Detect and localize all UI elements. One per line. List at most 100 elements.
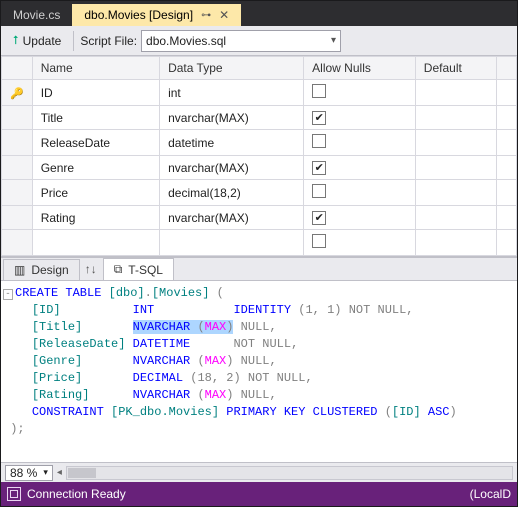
tsql-icon: ⧉ [114, 262, 123, 277]
col-header-extra [497, 57, 517, 80]
cell-datatype[interactable]: nvarchar(MAX) [160, 156, 304, 180]
table-row[interactable]: ReleaseDatedatetime [2, 130, 517, 156]
close-icon[interactable]: ✕ [219, 8, 229, 22]
tab-tsql[interactable]: ⧉ T-SQL [103, 258, 174, 280]
table-row[interactable]: Genrenvarchar(MAX) [2, 156, 517, 180]
document-tabs: Movie.cs dbo.Movies [Design] ⊶ ✕ [1, 1, 517, 26]
cell-default[interactable] [415, 206, 496, 230]
cell-name[interactable]: ReleaseDate [32, 130, 159, 156]
cell-name[interactable]: Price [32, 180, 159, 206]
cell-extra [497, 180, 517, 206]
zoom-value: 88 % [10, 466, 37, 480]
cell-name[interactable]: Genre [32, 156, 159, 180]
allow-nulls-checkbox[interactable] [312, 111, 326, 125]
cell-default[interactable] [415, 106, 496, 130]
cell-datatype[interactable]: int [160, 80, 304, 106]
tab-movie-cs[interactable]: Movie.cs [1, 4, 72, 26]
cell-extra [497, 206, 517, 230]
designer-toolbar: ⭡ Update Script File: dbo.Movies.sql ▾ [1, 26, 517, 56]
cell-default[interactable] [415, 156, 496, 180]
cell-name[interactable] [32, 230, 159, 256]
row-selector[interactable] [2, 230, 33, 256]
table-row[interactable]: Titlenvarchar(MAX) [2, 106, 517, 130]
col-header-datatype[interactable]: Data Type [160, 57, 304, 80]
grid-header-row: Name Data Type Allow Nulls Default [2, 57, 517, 80]
row-selector[interactable] [2, 180, 33, 206]
columns-grid: Name Data Type Allow Nulls Default 🔑 IDin… [1, 56, 517, 257]
tab-label: dbo.Movies [Design] [84, 8, 193, 22]
cell-datatype[interactable]: decimal(18,2) [160, 180, 304, 206]
script-file-select[interactable]: dbo.Movies.sql ▾ [141, 30, 341, 52]
col-header-allownulls[interactable]: Allow Nulls [304, 57, 416, 80]
cell-default[interactable] [415, 180, 496, 206]
cell-allownulls[interactable] [304, 130, 416, 156]
allow-nulls-checkbox[interactable] [312, 84, 326, 98]
allow-nulls-checkbox[interactable] [312, 134, 326, 148]
col-header-name[interactable]: Name [32, 57, 159, 80]
tab-tsql-label: T-SQL [128, 263, 163, 277]
scroll-left-icon[interactable]: ◂ [57, 467, 62, 478]
row-selector[interactable]: 🔑 [2, 80, 33, 106]
cell-extra [497, 156, 517, 180]
script-file-label: Script File: [80, 34, 137, 48]
update-button[interactable]: ⭡ Update [7, 31, 67, 50]
primary-key-icon: 🔑 [10, 88, 24, 100]
update-label: Update [23, 34, 62, 48]
design-icon: ▥ [14, 263, 25, 277]
row-selector[interactable] [2, 106, 33, 130]
cell-allownulls[interactable] [304, 156, 416, 180]
table-row[interactable]: 🔑 IDint [2, 80, 517, 106]
editor-footer: 88 % ▾ ◂ [1, 462, 517, 482]
script-file-value: dbo.Movies.sql [146, 34, 226, 48]
toolbar-separator [73, 31, 74, 51]
update-arrow-icon: ⭡ [13, 33, 19, 48]
cell-name[interactable]: Rating [32, 206, 159, 230]
tab-design-label: Design [31, 263, 68, 277]
cell-name[interactable]: ID [32, 80, 159, 106]
cell-datatype[interactable]: nvarchar(MAX) [160, 206, 304, 230]
cell-allownulls[interactable] [304, 106, 416, 130]
connection-icon [7, 487, 21, 501]
horizontal-scrollbar[interactable] [66, 466, 513, 480]
cell-extra [497, 230, 517, 256]
tab-design[interactable]: ▥ Design [3, 259, 80, 280]
status-text: Connection Ready [27, 487, 126, 501]
allow-nulls-checkbox[interactable] [312, 211, 326, 225]
table-row[interactable]: Pricedecimal(18,2) [2, 180, 517, 206]
row-selector[interactable] [2, 206, 33, 230]
cell-allownulls[interactable] [304, 230, 416, 256]
status-bar: Connection Ready (LocalD [1, 482, 517, 506]
cell-extra [497, 130, 517, 156]
cell-name[interactable]: Title [32, 106, 159, 130]
table-row[interactable]: Ratingnvarchar(MAX) [2, 206, 517, 230]
allow-nulls-checkbox[interactable] [312, 234, 326, 248]
cell-allownulls[interactable] [304, 206, 416, 230]
cell-default[interactable] [415, 80, 496, 106]
table-row[interactable] [2, 230, 517, 256]
cell-datatype[interactable] [160, 230, 304, 256]
lower-tab-strip: ▥ Design ↑↓ ⧉ T-SQL [1, 257, 517, 281]
sql-editor[interactable]: -CREATE TABLE [dbo].[Movies] ( [ID] INT … [1, 281, 517, 462]
row-selector[interactable] [2, 156, 33, 180]
tab-dbo-movies-design[interactable]: dbo.Movies [Design] ⊶ ✕ [72, 4, 241, 26]
cell-datatype[interactable]: nvarchar(MAX) [160, 106, 304, 130]
status-connection: (LocalD [470, 487, 511, 501]
zoom-select[interactable]: 88 % ▾ [5, 465, 53, 481]
cell-extra [497, 106, 517, 130]
pin-icon[interactable]: ⊶ [201, 10, 211, 21]
swap-panes-button[interactable]: ↑↓ [79, 260, 103, 278]
chevron-down-icon: ▾ [43, 467, 48, 478]
row-header-blank [2, 57, 33, 80]
cell-extra [497, 80, 517, 106]
col-header-default[interactable]: Default [415, 57, 496, 80]
chevron-down-icon: ▾ [331, 35, 336, 46]
allow-nulls-checkbox[interactable] [312, 161, 326, 175]
allow-nulls-checkbox[interactable] [312, 184, 326, 198]
row-selector[interactable] [2, 130, 33, 156]
cell-default[interactable] [415, 130, 496, 156]
cell-allownulls[interactable] [304, 80, 416, 106]
cell-datatype[interactable]: datetime [160, 130, 304, 156]
cell-allownulls[interactable] [304, 180, 416, 206]
cell-default[interactable] [415, 230, 496, 256]
collapse-region-icon[interactable]: - [3, 289, 13, 300]
